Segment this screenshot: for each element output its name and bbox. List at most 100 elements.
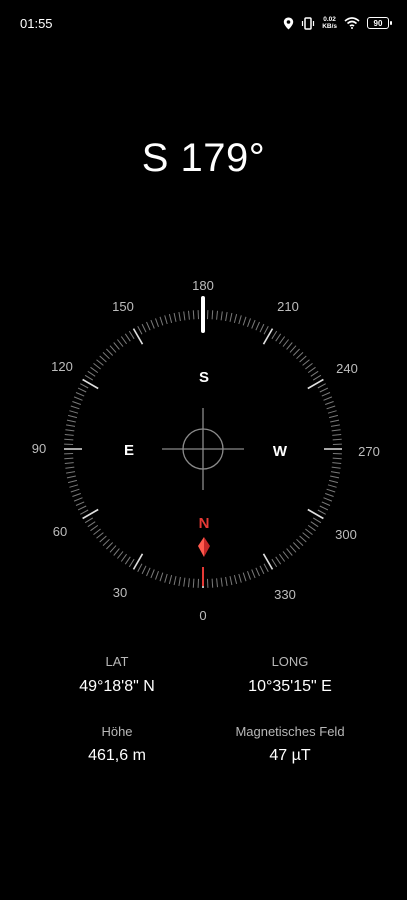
minor-tick [331, 429, 341, 432]
battery-level: 90 [373, 18, 383, 28]
minor-tick [312, 517, 322, 524]
minor-tick [188, 578, 190, 588]
network-speed: 0.02 KB/s [322, 16, 337, 30]
minor-tick [128, 330, 135, 340]
minor-tick [137, 563, 143, 572]
degree-label-210: 210 [277, 299, 299, 314]
cardinal-west: W [273, 443, 288, 460]
minor-tick [146, 567, 151, 577]
minor-tick [332, 438, 342, 441]
altitude-value: 461,6 m [88, 747, 146, 764]
degree-label-90: 90 [32, 441, 46, 456]
minor-tick [113, 342, 120, 350]
degree-label-270: 270 [358, 444, 380, 459]
minor-tick [259, 565, 265, 575]
minor-tick [263, 326, 269, 335]
wifi-icon [344, 17, 360, 29]
minor-tick [75, 501, 85, 506]
minor-tick [307, 524, 316, 532]
minor-tick [282, 551, 289, 559]
minor-tick [173, 576, 177, 586]
long-value: 10°35'15" E [248, 678, 332, 695]
minor-tick [66, 419, 76, 423]
minor-tick [233, 313, 238, 324]
minor-tick [299, 535, 307, 543]
minor-tick [141, 565, 147, 575]
minor-tick [310, 521, 319, 528]
minor-tick [321, 392, 331, 397]
minor-tick [64, 438, 74, 441]
minor-tick [319, 387, 329, 393]
minor-tick [141, 323, 147, 333]
minor-tick [155, 571, 159, 580]
minor-tick [72, 493, 81, 497]
minor-tick [109, 345, 117, 353]
crosshair-icon [162, 408, 244, 490]
minor-tick [229, 576, 233, 586]
minor-tick [80, 509, 89, 515]
minor-tick [178, 576, 181, 586]
minor-tick [168, 313, 173, 324]
minor-tick [159, 572, 164, 582]
minor-tick [124, 333, 131, 342]
minor-tick [102, 352, 110, 360]
degree-label-60: 60 [53, 524, 67, 539]
minor-tick [263, 563, 269, 572]
minor-tick [73, 497, 83, 502]
minor-tick [305, 528, 313, 535]
degree-label-30: 30 [113, 585, 127, 600]
minor-tick [64, 462, 74, 464]
degree-label-120: 120 [51, 359, 73, 374]
minor-tick [307, 366, 316, 374]
network-speed-unit: KB/s [322, 23, 337, 30]
major-tick [132, 328, 144, 345]
minor-tick [137, 326, 143, 335]
minor-tick [216, 578, 218, 588]
minor-tick [296, 538, 304, 546]
minor-tick [124, 556, 131, 565]
minor-tick [238, 315, 242, 325]
minor-tick [69, 484, 79, 488]
minor-tick [87, 370, 96, 377]
minor-tick [93, 363, 101, 370]
minor-tick [286, 548, 293, 556]
minor-tick [73, 396, 83, 401]
minor-tick [292, 348, 300, 356]
minor-tick [178, 312, 181, 322]
minor-tick [292, 542, 300, 550]
minor-tick [146, 321, 151, 331]
minor-tick [332, 462, 342, 464]
minor-tick [66, 475, 76, 479]
minor-tick [319, 505, 329, 511]
minor-tick [90, 524, 99, 532]
minor-tick [278, 553, 286, 562]
minor-tick [80, 383, 89, 389]
minor-tick [242, 572, 247, 582]
minor-tick [65, 466, 75, 469]
minor-tick [150, 319, 155, 329]
minor-tick [96, 532, 104, 539]
minor-tick [332, 434, 342, 436]
minor-tick [271, 330, 278, 340]
long-label: LONG [271, 654, 309, 669]
minor-tick [327, 410, 337, 414]
minor-tick [90, 366, 99, 374]
minor-tick [330, 424, 340, 427]
minor-tick [120, 336, 128, 345]
minor-tick [286, 342, 293, 350]
minor-tick [66, 424, 76, 427]
minor-tick [275, 556, 282, 565]
minor-tick [173, 312, 177, 322]
minor-tick [321, 501, 331, 506]
minor-tick [70, 405, 80, 410]
minor-tick [255, 321, 260, 331]
minor-tick [331, 466, 341, 469]
minor-tick [96, 359, 104, 366]
minor-tick [75, 392, 85, 397]
minor-tick [99, 535, 107, 543]
minor-tick [168, 574, 173, 585]
minor-tick [330, 475, 340, 479]
minor-tick [69, 410, 79, 414]
compass-dial[interactable]: 180 150 210 120 240 90 270 60 300 30 330… [0, 260, 407, 640]
minor-tick [317, 383, 326, 389]
